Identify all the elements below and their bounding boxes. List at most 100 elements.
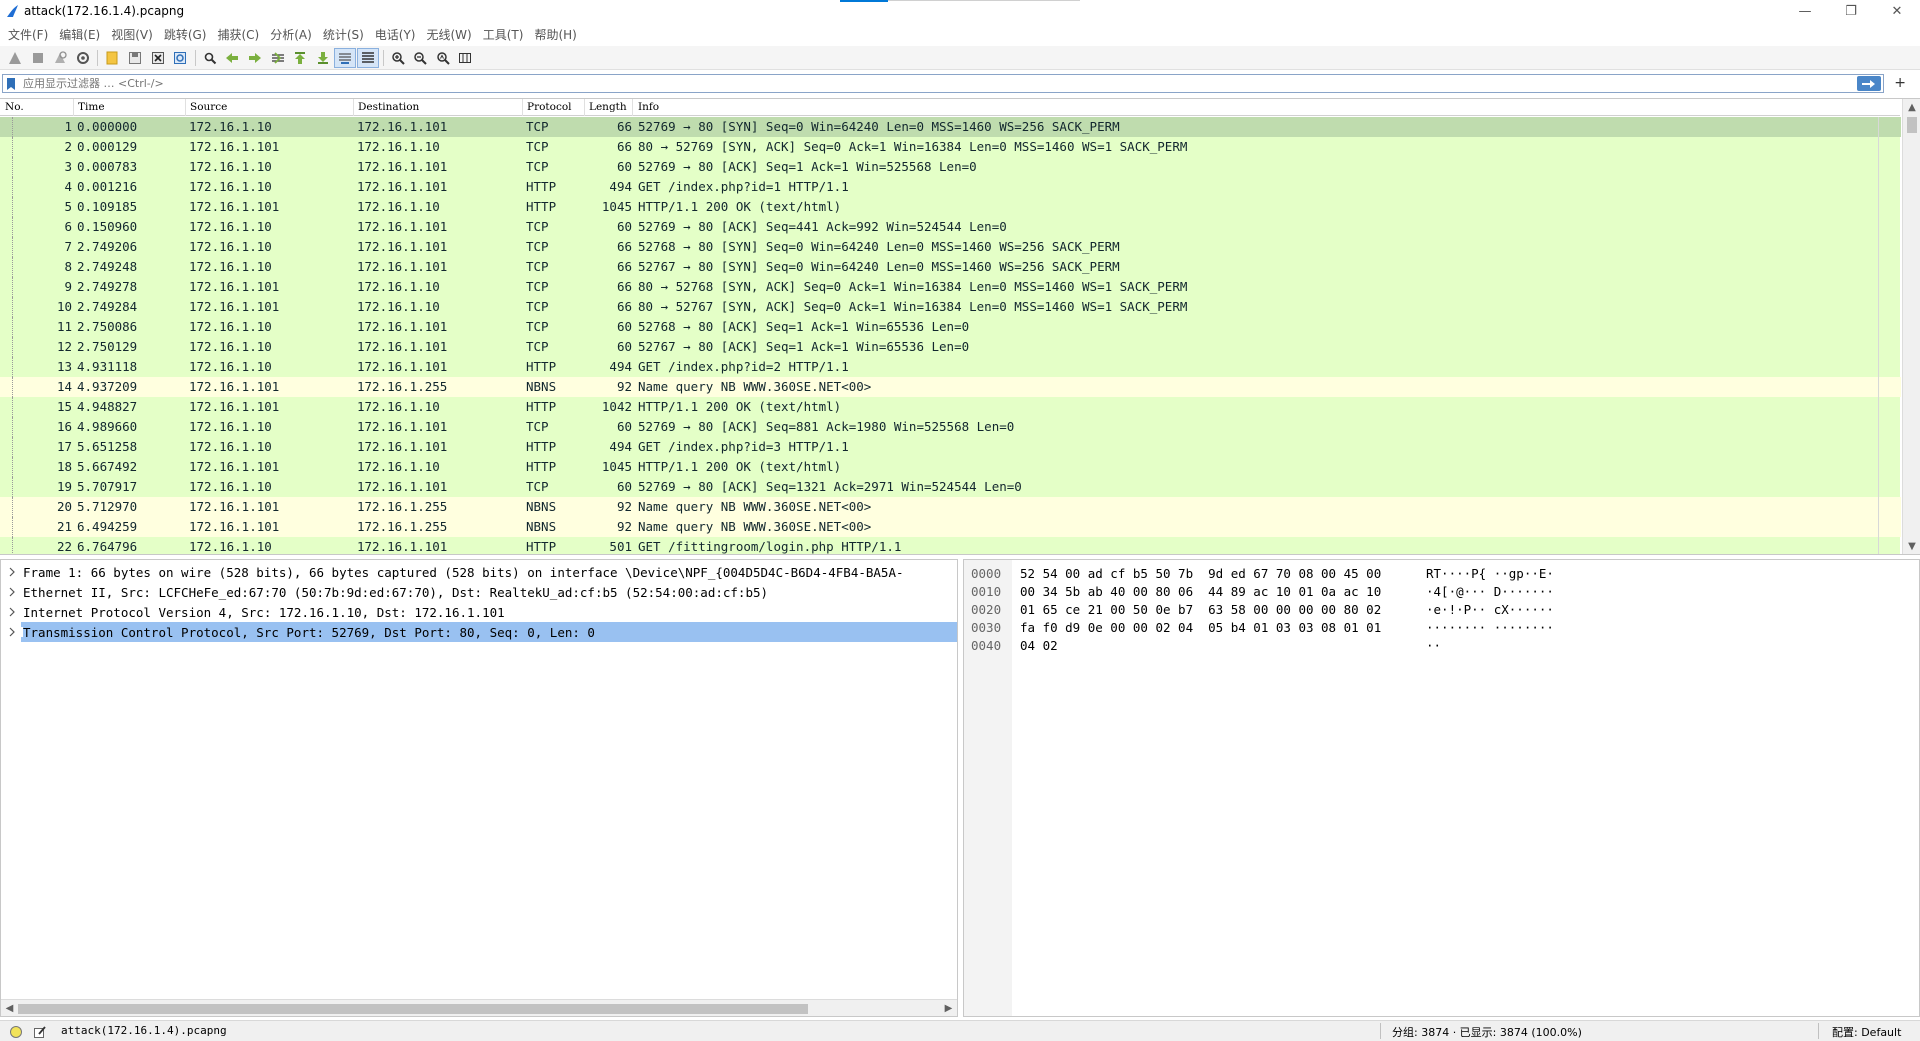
column-separator[interactable] [185, 99, 186, 116]
scroll-thumb[interactable] [18, 1004, 808, 1014]
table-row[interactable]: 19 5.707917 172.16.1.10 172.16.1.101 TCP 60 52… [0, 477, 1878, 497]
apply-filter-arrow-icon[interactable] [1857, 76, 1881, 91]
reload-file-icon[interactable] [169, 48, 191, 68]
go-to-packet-icon[interactable] [267, 48, 289, 68]
table-row[interactable]: 1 0.000000 172.16.1.10 172.16.1.101 TCP 66 527… [0, 117, 1878, 137]
table-row[interactable]: 11 2.750086 172.16.1.10 172.16.1.101 TCP 60 52… [0, 317, 1878, 337]
menu-statistics[interactable]: 统计(S) [319, 26, 371, 43]
scroll-left-icon[interactable]: ◀ [1, 1000, 18, 1016]
table-row[interactable]: 20 5.712970 172.16.1.101 172.16.1.255 NBNS 92… [0, 497, 1878, 517]
table-row[interactable]: 4 0.001216 172.16.1.10 172.16.1.101 HTTP 494 G… [0, 177, 1878, 197]
menu-capture[interactable]: 捕获(C) [213, 26, 266, 43]
expert-info-icon[interactable] [8, 1024, 24, 1040]
window-title: attack(172.16.1.4).pcapng [24, 4, 185, 18]
packet-list-scrollbar[interactable]: ▲ ▼ [1902, 99, 1920, 554]
menu-tools[interactable]: 工具(T) [479, 26, 531, 43]
detail-row-tcp[interactable]: Transmission Control Protocol, Src Port:… [1, 622, 957, 642]
menu-analyze[interactable]: 分析(A) [266, 26, 319, 43]
column-separator[interactable] [632, 99, 633, 116]
add-filter-button[interactable]: + [1894, 75, 1906, 91]
table-row[interactable]: 12 2.750129 172.16.1.10 172.16.1.101 TCP 60 52… [0, 337, 1878, 357]
go-forward-icon[interactable] [244, 48, 266, 68]
menu-go[interactable]: 跳转(G) [160, 26, 214, 43]
close-button[interactable]: ✕ [1874, 0, 1920, 22]
scroll-right-icon[interactable]: ▶ [940, 1000, 957, 1016]
packet-minimap[interactable] [1878, 117, 1901, 554]
table-row[interactable]: 7 2.749206 172.16.1.10 172.16.1.101 TCP 66 527… [0, 237, 1878, 257]
table-row[interactable]: 10 2.749284 172.16.1.101 172.16.1.10 TCP 66 80… [0, 297, 1878, 317]
restore-button[interactable]: ❐ [1828, 0, 1874, 22]
stop-capture-icon[interactable] [27, 48, 49, 68]
column-header-length[interactable]: Length [589, 101, 627, 113]
autoscroll-icon[interactable] [334, 47, 357, 68]
table-row[interactable]: 17 5.651258 172.16.1.10 172.16.1.101 HTTP 494… [0, 437, 1878, 457]
table-row[interactable]: 3 0.000783 172.16.1.10 172.16.1.101 TCP 60 527… [0, 157, 1878, 177]
column-header-protocol[interactable]: Protocol [527, 101, 572, 113]
table-row[interactable]: 14 4.937209 172.16.1.101 172.16.1.255 NBNS 92… [0, 377, 1878, 397]
colorize-icon[interactable] [356, 47, 379, 68]
table-row[interactable]: 13 4.931118 172.16.1.10 172.16.1.101 HTTP 494… [0, 357, 1878, 377]
scroll-down-icon[interactable]: ▼ [1903, 538, 1920, 554]
menu-wireless[interactable]: 无线(W) [423, 26, 479, 43]
chevron-right-icon[interactable] [1, 567, 23, 577]
start-capture-icon[interactable] [4, 48, 26, 68]
table-row[interactable]: 16 4.989660 172.16.1.10 172.16.1.101 TCP 60 52… [0, 417, 1878, 437]
menu-telephony[interactable]: 电话(Y) [371, 26, 423, 43]
chevron-right-icon[interactable] [1, 627, 23, 637]
go-back-icon[interactable] [221, 48, 243, 68]
close-file-icon[interactable] [147, 48, 169, 68]
column-separator[interactable] [522, 99, 523, 116]
go-first-icon[interactable] [289, 48, 311, 68]
cell-time: 2.749278 [77, 279, 138, 294]
detail-row-ipv4[interactable]: Internet Protocol Version 4, Src: 172.16… [1, 602, 957, 622]
menu-file[interactable]: 文件(F) [4, 26, 55, 43]
table-row[interactable]: 18 5.667492 172.16.1.101 172.16.1.10 HTTP 104… [0, 457, 1878, 477]
resize-columns-icon[interactable] [454, 48, 476, 68]
table-row[interactable]: 22 6.764796 172.16.1.10 172.16.1.101 HTTP 501… [0, 537, 1878, 554]
detail-row-frame[interactable]: Frame 1: 66 bytes on wire (528 bits), 66… [1, 562, 957, 582]
go-last-icon[interactable] [312, 48, 334, 68]
scroll-up-icon[interactable]: ▲ [1903, 99, 1920, 115]
table-row[interactable]: 2 0.000129 172.16.1.101 172.16.1.10 TCP 66 80 … [0, 137, 1878, 157]
menu-view[interactable]: 视图(V) [107, 26, 160, 43]
column-separator[interactable] [584, 99, 585, 116]
cell-info: 80 → 52767 [SYN, ACK] Seq=0 Ack=1 Win=16… [638, 299, 1188, 314]
chevron-right-icon[interactable] [1, 607, 23, 617]
table-row[interactable]: 8 2.749248 172.16.1.10 172.16.1.101 TCP 66 527… [0, 257, 1878, 277]
column-header-info[interactable]: Info [638, 101, 659, 113]
display-filter-input[interactable] [23, 77, 1883, 90]
minimize-button[interactable]: — [1782, 0, 1828, 22]
open-file-icon[interactable] [101, 48, 123, 68]
table-row[interactable]: 9 2.749278 172.16.1.101 172.16.1.10 TCP 66 80 … [0, 277, 1878, 297]
column-separator[interactable] [353, 99, 354, 116]
menu-help[interactable]: 帮助(H) [530, 26, 583, 43]
filter-bookmark-icon[interactable] [3, 75, 19, 92]
column-header-destination[interactable]: Destination [358, 101, 419, 113]
save-file-icon[interactable] [124, 48, 146, 68]
edit-comment-icon[interactable] [32, 1024, 48, 1040]
column-header-no[interactable]: No. [5, 101, 24, 113]
detail-row-ethernet[interactable]: Ethernet II, Src: LCFCHeFe_ed:67:70 (50:… [1, 582, 957, 602]
cell-length: 66 [616, 279, 632, 294]
status-profile[interactable]: 配置: Default [1832, 1024, 1901, 1040]
table-row[interactable]: 21 6.494259 172.16.1.101 172.16.1.255 NBNS 92… [0, 517, 1878, 537]
column-header-time[interactable]: Time [78, 101, 105, 113]
column-header-source[interactable]: Source [190, 101, 227, 113]
restart-capture-icon[interactable] [49, 48, 71, 68]
cell-source: 172.16.1.10 [189, 219, 272, 234]
details-horizontal-scrollbar[interactable]: ◀ ▶ [1, 999, 957, 1016]
capture-options-icon[interactable] [72, 48, 94, 68]
chevron-right-icon[interactable] [1, 587, 23, 597]
column-separator[interactable] [73, 99, 74, 116]
scroll-thumb[interactable] [1907, 117, 1917, 133]
cell-source: 172.16.1.101 [189, 379, 280, 394]
find-packet-icon[interactable] [199, 48, 221, 68]
table-row[interactable]: 15 4.948827 172.16.1.101 172.16.1.10 HTTP 104… [0, 397, 1878, 417]
table-row[interactable]: 5 0.109185 172.16.1.101 172.16.1.10 HTTP 1045… [0, 197, 1878, 217]
zoom-normal-icon[interactable] [432, 48, 454, 68]
zoom-out-icon[interactable] [409, 48, 431, 68]
zoom-in-icon[interactable] [387, 48, 409, 68]
cell-protocol: TCP [526, 319, 549, 334]
table-row[interactable]: 6 0.150960 172.16.1.10 172.16.1.101 TCP 60 527… [0, 217, 1878, 237]
menu-edit[interactable]: 编辑(E) [55, 26, 107, 43]
